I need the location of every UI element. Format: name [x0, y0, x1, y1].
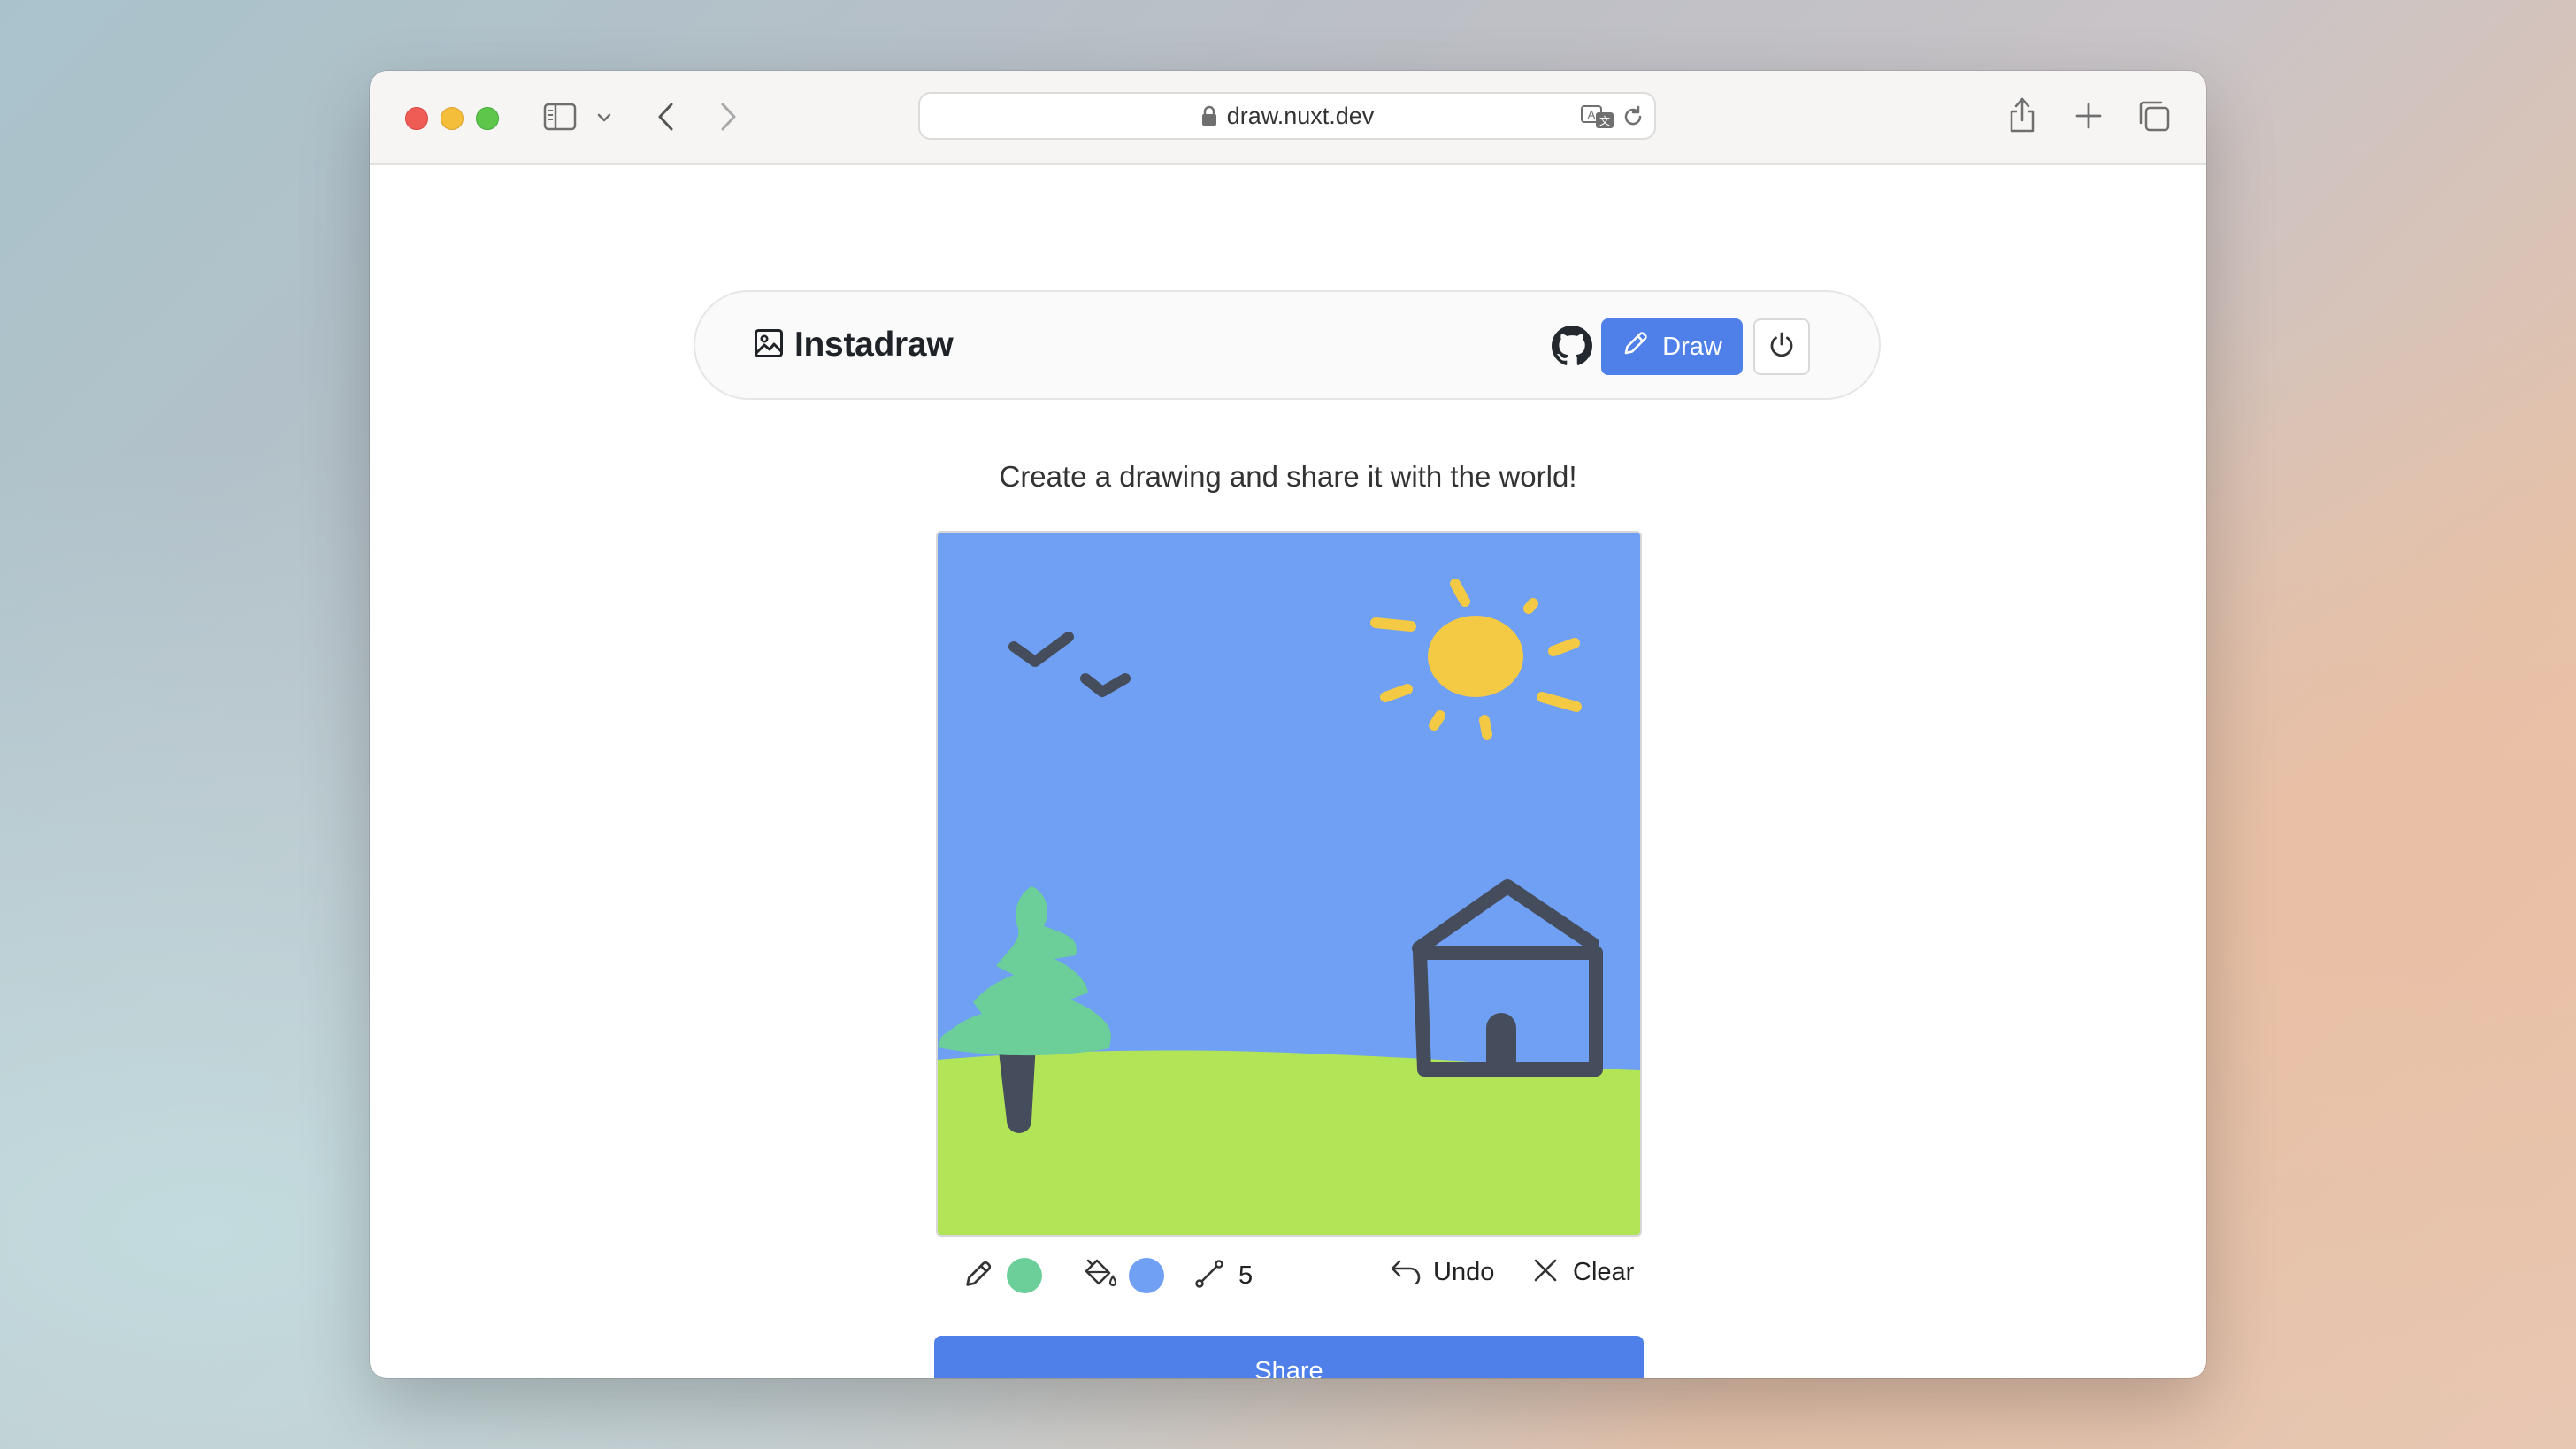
pencil-icon	[962, 1258, 994, 1294]
grass	[938, 1050, 1640, 1235]
maximize-window-button[interactable]	[476, 107, 499, 130]
drawing	[938, 533, 1640, 1235]
share-button[interactable]: Share	[934, 1336, 1644, 1378]
drawing-canvas[interactable]	[936, 531, 1642, 1237]
lock-icon	[1200, 96, 1218, 141]
browser-window: draw.nuxt.dev A文 Instadraw Draw Create a…	[370, 71, 2206, 1378]
url-display[interactable]: draw.nuxt.dev	[920, 94, 1654, 138]
fill-tool[interactable]	[1083, 1251, 1164, 1300]
undo-label: Undo	[1433, 1257, 1495, 1286]
draw-button[interactable]: Draw	[1601, 318, 1743, 375]
reload-icon[interactable]	[1621, 104, 1645, 129]
fill-color-swatch[interactable]	[1129, 1258, 1164, 1293]
back-icon[interactable]	[653, 99, 679, 134]
share-icon[interactable]	[2006, 94, 2038, 136]
chevron-down-icon[interactable]	[594, 110, 614, 126]
page-content: Instadraw Draw Create a drawing and shar…	[370, 165, 2206, 1378]
address-bar[interactable]: draw.nuxt.dev A文	[918, 92, 1656, 140]
url-text: draw.nuxt.dev	[1226, 103, 1375, 129]
close-icon	[1532, 1257, 1559, 1288]
minimize-window-button[interactable]	[441, 107, 464, 130]
sidebar-icon[interactable]	[541, 101, 579, 133]
app-title: Instadraw	[794, 326, 954, 364]
paint-bucket-icon	[1083, 1257, 1118, 1295]
house-door	[1486, 1013, 1516, 1073]
app-header: Instadraw Draw	[694, 290, 1881, 400]
pencil-icon	[1622, 329, 1650, 364]
power-icon	[1767, 330, 1797, 364]
translate-icon[interactable]: A文	[1580, 103, 1615, 131]
undo-button[interactable]: Undo	[1389, 1251, 1494, 1293]
forward-icon[interactable]	[715, 99, 741, 134]
brand[interactable]: Instadraw	[754, 326, 954, 364]
pen-tool[interactable]	[962, 1251, 1042, 1300]
logout-button[interactable]	[1753, 318, 1810, 375]
svg-text:文: 文	[1599, 114, 1610, 127]
undo-icon	[1389, 1257, 1422, 1288]
browser-toolbar: draw.nuxt.dev A文	[370, 71, 2206, 165]
svg-text:A: A	[1588, 108, 1596, 121]
image-icon	[754, 328, 784, 363]
drawing-toolbar: 5 Undo Clear	[941, 1251, 1649, 1313]
stroke-size-value: 5	[1238, 1261, 1254, 1290]
github-icon[interactable]	[1552, 326, 1592, 366]
clear-button[interactable]: Clear	[1532, 1251, 1634, 1293]
close-window-button[interactable]	[405, 107, 428, 130]
tabs-overview-icon[interactable]	[2135, 97, 2173, 134]
new-tab-icon[interactable]	[2072, 99, 2105, 133]
stroke-size-tool[interactable]: 5	[1194, 1251, 1253, 1300]
stroke-width-icon	[1194, 1259, 1224, 1293]
clear-label: Clear	[1573, 1257, 1635, 1286]
draw-button-label: Draw	[1662, 332, 1722, 361]
pen-color-swatch[interactable]	[1007, 1258, 1042, 1293]
page-tagline: Create a drawing and share it with the w…	[999, 460, 1577, 493]
